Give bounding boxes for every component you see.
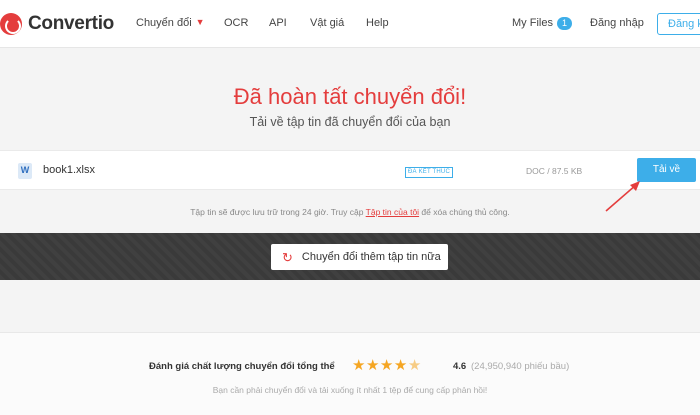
convertio-logo-icon [0,13,22,35]
file-row: book1.xlsx ĐÃ KẾT THÚC DOC / 87.5 KB [0,150,700,190]
nav-ocr[interactable]: OCR [224,17,248,29]
my-files-label: My Files [512,17,553,29]
rating-stars[interactable]: ★★★★★ [352,356,422,374]
page-subtitle: Tải về tập tin đã chuyển đổi của bạn [249,115,451,129]
my-files-count-badge: 1 [556,17,572,30]
star-icon[interactable]: ★ [380,357,394,374]
register-button[interactable]: Đăng k [657,13,700,35]
login-link[interactable]: Đăng nhập [590,17,644,29]
notice-suffix: để xóa chúng thủ công. [419,207,510,217]
storage-notice: Tập tin sẽ được lưu trữ trong 24 giờ. Tr… [0,207,700,217]
rating-feedback-note: Bạn cần phải chuyển đổi và tải xuống ít … [212,385,488,395]
rating-label: Đánh giá chất lượng chuyển đổi tổng thể [149,361,335,372]
notice-prefix: Tập tin sẽ được lưu trữ trong 24 giờ. Tr… [190,207,366,217]
nav-api[interactable]: API [269,17,287,29]
file-format-size: DOC / 87.5 KB [526,166,583,176]
convert-more-button[interactable]: ↻ Chuyển đổi thêm tập tin nữa [271,244,448,270]
top-navbar: Convertio Chuyển đổi ▼ OCR API Vật giá He… [0,0,700,48]
status-badge: ĐÃ KẾT THÚC [405,167,453,178]
nav-help[interactable]: Help [366,17,389,29]
refresh-icon: ↻ [282,249,293,265]
convert-more-label: Chuyển đổi thêm tập tin nữa [301,251,441,263]
logo-text: Convertio [28,13,114,34]
my-files-link[interactable]: My Files 1 [512,17,572,30]
star-icon[interactable]: ★ [352,357,366,374]
download-button[interactable]: Tải về [637,158,696,182]
rating-score: 4.6 [453,361,467,372]
word-document-icon [18,163,32,179]
nav-convert[interactable]: Chuyển đổi ▼ [136,17,205,29]
rating-vote-count: (24,950,940 phiếu bầu) [471,361,570,372]
star-half-icon[interactable]: ★ [408,357,422,374]
page-title: Đã hoàn tất chuyển đổi! [233,84,467,109]
my-files-notice-link[interactable]: Tập tin của tôi [366,207,419,217]
rating-section [0,332,700,415]
file-name: book1.xlsx [43,164,95,176]
nav-pricing[interactable]: Vật giá [310,17,344,29]
chevron-down-icon: ▼ [195,17,205,27]
star-icon[interactable]: ★ [394,357,408,374]
convertio-logo[interactable]: Convertio [0,11,114,37]
nav-convert-label: Chuyển đổi [136,17,192,29]
star-icon[interactable]: ★ [366,357,380,374]
